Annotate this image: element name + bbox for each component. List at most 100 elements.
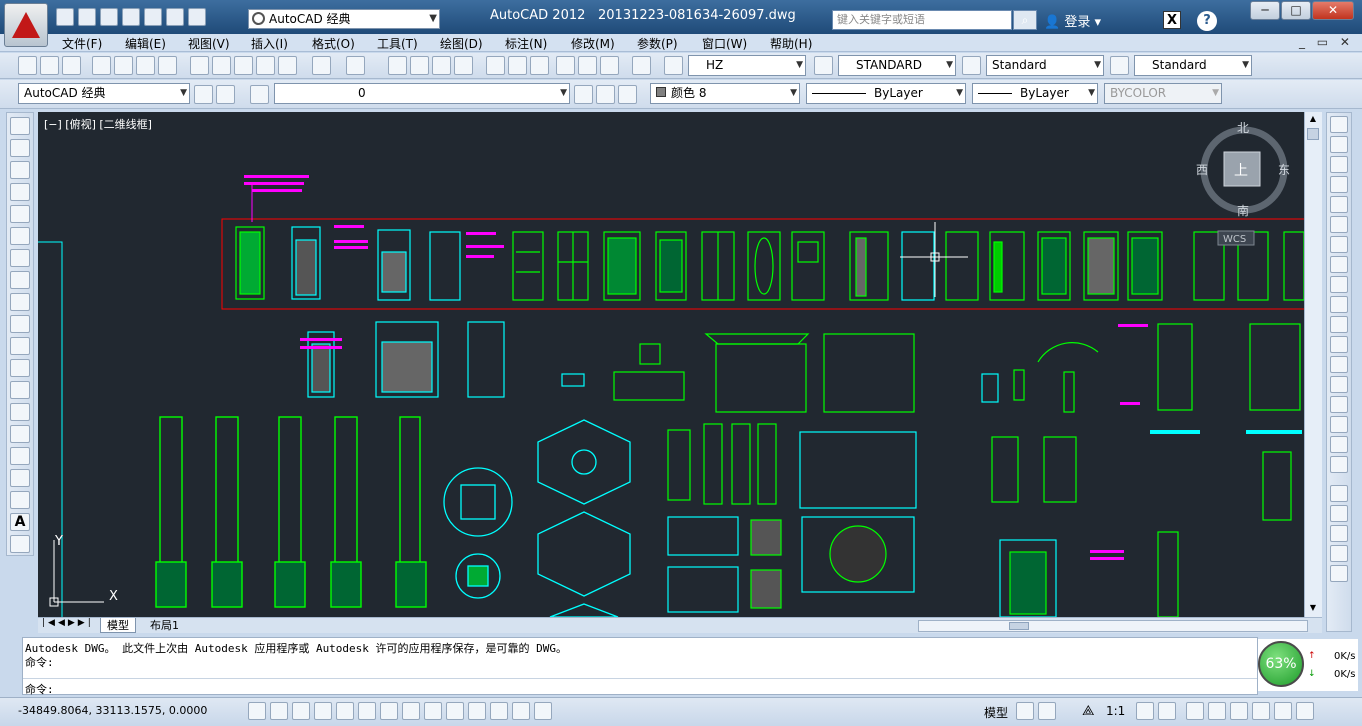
selection-cycling-icon[interactable] <box>534 702 552 720</box>
quick-view-drawings-icon[interactable] <box>1038 702 1056 720</box>
menu-insert[interactable]: 插入(I) <box>251 35 288 52</box>
point-icon[interactable] <box>10 403 30 421</box>
open-icon[interactable] <box>78 8 96 26</box>
erase-icon[interactable] <box>1330 116 1348 133</box>
grid-display-icon[interactable] <box>292 702 310 720</box>
coordinates-readout[interactable]: -34849.8064, 33113.1575, 0.0000 <box>18 704 207 717</box>
annotation-scale[interactable]: 1:1 <box>1106 704 1125 718</box>
insert-block-icon[interactable] <box>10 359 30 377</box>
scroll-thumb[interactable] <box>1307 128 1319 140</box>
paste-block-icon[interactable] <box>256 56 275 75</box>
revision-cloud-icon[interactable] <box>10 271 30 289</box>
menu-dimension[interactable]: 标注(N) <box>505 35 547 52</box>
allow-ucs-icon[interactable] <box>424 702 442 720</box>
design-center-icon[interactable] <box>508 56 527 75</box>
undo-icon[interactable] <box>312 56 331 75</box>
ellipse-arc-icon[interactable] <box>10 337 30 355</box>
send-back-icon[interactable] <box>1330 525 1348 542</box>
construction-line-icon[interactable] <box>10 139 30 157</box>
menu-tools[interactable]: 工具(T) <box>377 35 418 52</box>
print-icon[interactable] <box>144 8 162 26</box>
object-snap-tracking-icon[interactable] <box>402 702 420 720</box>
exchange-button[interactable]: X <box>1163 11 1181 29</box>
make-current-layer-icon[interactable] <box>574 85 593 104</box>
transparency-icon[interactable] <box>490 702 508 720</box>
pan-icon[interactable] <box>388 56 407 75</box>
drawing-canvas[interactable]: [−] [俯视] [二维线框] Y X 上 北 南 东 西 WCS <box>38 112 1304 617</box>
command-prompt[interactable]: 命令: <box>25 681 54 697</box>
quick-view-layouts-icon[interactable] <box>1016 702 1034 720</box>
login-button[interactable]: 👤 登录 ▾ <box>1044 11 1101 30</box>
chamfer-icon[interactable] <box>1330 396 1348 413</box>
rectangle-icon[interactable] <box>10 205 30 223</box>
layer-previous-icon[interactable] <box>596 85 615 104</box>
lineweight-dropdown[interactable]: ByLayer ▼ <box>972 83 1098 104</box>
offset-icon[interactable] <box>1330 176 1348 193</box>
quick-properties-icon[interactable] <box>512 702 530 720</box>
workspace-lock-icon[interactable] <box>216 85 235 104</box>
bring-front-icon[interactable] <box>1330 505 1348 522</box>
publish-icon[interactable] <box>136 56 155 75</box>
properties-icon[interactable] <box>486 56 505 75</box>
new-icon[interactable] <box>18 56 37 75</box>
mleader-style-dropdown[interactable]: Standard ▼ <box>1134 55 1252 76</box>
save-icon[interactable] <box>62 56 81 75</box>
dim-style-dropdown[interactable]: STANDARD ▼ <box>838 55 956 76</box>
explode-icon[interactable] <box>1330 456 1348 473</box>
sheet-set-icon[interactable] <box>556 56 575 75</box>
color-dropdown[interactable]: 颜色 8 ▼ <box>650 83 800 104</box>
status-bar-menu-icon[interactable] <box>1274 702 1292 720</box>
dim-style-icon[interactable] <box>814 56 833 75</box>
menu-file[interactable]: 文件(F) <box>62 35 102 52</box>
3d-object-snap-icon[interactable] <box>380 702 398 720</box>
zoom-previous-icon[interactable] <box>454 56 473 75</box>
hardware-acceleration-icon[interactable] <box>1230 702 1248 720</box>
mdi-controls[interactable]: _ ▭ ✕ <box>1299 35 1354 49</box>
polygon-icon[interactable] <box>10 183 30 201</box>
help-button[interactable]: ? <box>1197 11 1217 31</box>
ortho-mode-icon[interactable] <box>314 702 332 720</box>
menu-draw[interactable]: 绘图(D) <box>440 35 483 52</box>
save-as-icon[interactable] <box>122 8 140 26</box>
tab-model[interactable]: 模型 <box>100 618 136 633</box>
tab-nav-arrows[interactable]: |◀◀▶▶| <box>42 618 94 628</box>
tool-palettes-icon[interactable] <box>530 56 549 75</box>
search-input[interactable]: 键入关键字或短语 <box>832 10 1012 30</box>
save-icon[interactable] <box>100 8 118 26</box>
workspace-dropdown[interactable]: AutoCAD 经典 ▼ <box>248 9 440 29</box>
lock-ui-icon[interactable] <box>1208 702 1226 720</box>
menu-format[interactable]: 格式(O) <box>312 35 355 52</box>
make-block-icon[interactable] <box>10 381 30 399</box>
scroll-thumb[interactable] <box>1009 622 1029 630</box>
horizontal-scrollbar[interactable] <box>918 620 1308 632</box>
binoculars-icon[interactable]: ⌕ <box>1013 10 1037 30</box>
hatch-icon[interactable] <box>10 425 30 443</box>
annotation-visibility-icon[interactable] <box>1136 702 1154 720</box>
vertical-scrollbar[interactable]: ▲ ▼ <box>1304 112 1322 617</box>
restore-button[interactable]: □ <box>1281 1 1311 20</box>
zoom-realtime-icon[interactable] <box>410 56 429 75</box>
extend-icon[interactable] <box>1330 316 1348 333</box>
polyline-icon[interactable] <box>10 161 30 179</box>
infer-constraints-icon[interactable] <box>248 702 266 720</box>
snap-mode-icon[interactable] <box>270 702 288 720</box>
send-under-icon[interactable] <box>1330 565 1348 582</box>
match-properties-icon[interactable] <box>278 56 297 75</box>
isolate-objects-icon[interactable] <box>1252 702 1270 720</box>
join-icon[interactable] <box>1330 376 1348 393</box>
draw-order-icon[interactable] <box>1330 485 1348 502</box>
mleader-style-icon[interactable] <box>1110 56 1129 75</box>
text-style-icon[interactable] <box>664 56 683 75</box>
spline-icon[interactable] <box>10 293 30 311</box>
scroll-down-icon[interactable]: ▼ <box>1307 603 1319 615</box>
text-style-dropdown[interactable]: HZ ▼ <box>688 55 806 76</box>
autocad-logo[interactable] <box>4 3 48 47</box>
layer-dropdown[interactable]: 0 ▼ <box>274 83 570 104</box>
break-at-point-icon[interactable] <box>1330 336 1348 353</box>
multiline-text-icon[interactable]: A <box>10 513 30 531</box>
table-style-dropdown[interactable]: Standard ▼ <box>986 55 1104 76</box>
array-icon[interactable] <box>1330 196 1348 213</box>
open-icon[interactable] <box>40 56 59 75</box>
menu-modify[interactable]: 修改(M) <box>571 35 615 52</box>
ellipse-icon[interactable] <box>10 315 30 333</box>
